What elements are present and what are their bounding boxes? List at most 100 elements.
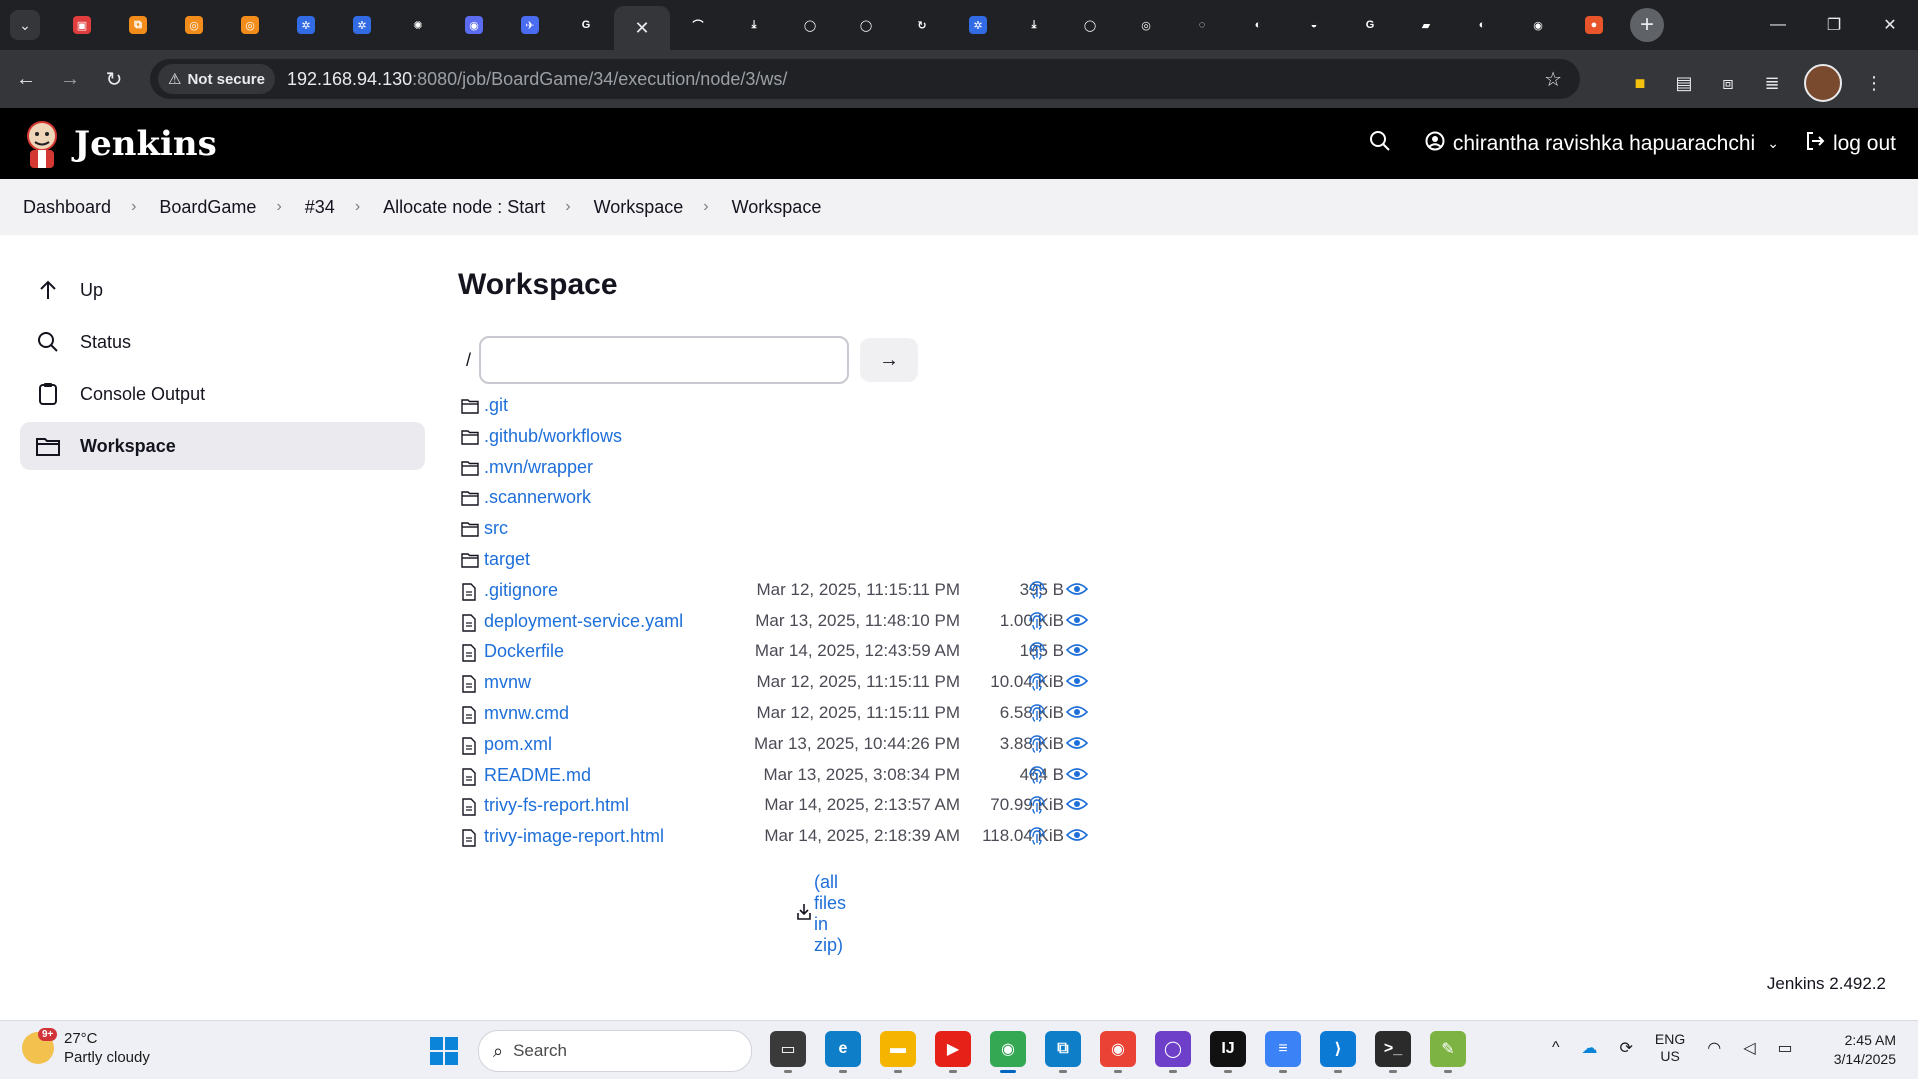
browser-tab[interactable]: ⧉	[110, 5, 166, 45]
browser-tab[interactable]: ⤓	[726, 5, 782, 45]
profile-avatar[interactable]	[1804, 64, 1842, 102]
file-link[interactable]: Dockerfile	[484, 641, 564, 662]
view-eye-icon[interactable]	[1065, 735, 1089, 753]
fingerprint-icon[interactable]	[1028, 580, 1048, 600]
breadcrumb-item[interactable]: Allocate node : Start	[383, 197, 545, 218]
view-eye-icon[interactable]	[1065, 827, 1089, 845]
fingerprint-icon[interactable]	[1028, 611, 1048, 631]
intellij-icon[interactable]: IJ	[1210, 1031, 1246, 1073]
browser-tab[interactable]: ⤓	[1006, 5, 1062, 45]
file-link[interactable]: deployment-service.yaml	[484, 611, 683, 632]
view-eye-icon[interactable]	[1065, 704, 1089, 722]
folder-link[interactable]: src	[484, 518, 508, 539]
browser-tab[interactable]: ✺	[390, 5, 446, 45]
chrome-icon[interactable]: ◉	[990, 1031, 1026, 1073]
fingerprint-icon[interactable]	[1028, 734, 1048, 754]
file-link[interactable]: mvnw.cmd	[484, 703, 569, 724]
sync-icon[interactable]: ⟳	[1620, 1038, 1633, 1058]
windows-app-icon[interactable]: ⧉	[1045, 1031, 1081, 1073]
browser-tab[interactable]: ⌒	[670, 5, 726, 45]
system-clock[interactable]: 2:45 AM 3/14/2025	[1834, 1031, 1896, 1069]
puzzle-extensions-icon[interactable]: ⧈	[1716, 71, 1740, 95]
reload-button[interactable]: ↻	[96, 61, 132, 97]
fingerprint-icon[interactable]	[1028, 672, 1048, 692]
browser-tab[interactable]: ▰	[1398, 5, 1454, 45]
sidebar-item-console-output[interactable]: Console Output	[20, 370, 425, 418]
tab-search-chevron-icon[interactable]: ⌄	[10, 10, 40, 40]
minimize-button[interactable]: —	[1750, 0, 1806, 50]
browser-tab[interactable]: ◎	[222, 5, 278, 45]
browser-tab[interactable]: ◎	[1118, 5, 1174, 45]
sidebar-item-up[interactable]: Up	[20, 266, 425, 314]
forward-button[interactable]: →	[52, 61, 88, 97]
browser-tab[interactable]: ◯	[782, 5, 838, 45]
notepad-icon[interactable]: ≡	[1265, 1031, 1301, 1073]
jenkins-logo-icon[interactable]	[22, 118, 62, 170]
browser-tab[interactable]: ✲	[278, 5, 334, 45]
browser-tab[interactable]: ◌	[1174, 5, 1230, 45]
fingerprint-icon[interactable]	[1028, 703, 1048, 723]
notepadpp-icon[interactable]: ✎	[1430, 1031, 1466, 1073]
browser-tab[interactable]: ◉	[1510, 5, 1566, 45]
chrome-icon[interactable]: ◉	[1100, 1031, 1136, 1073]
restore-button[interactable]: ❐	[1806, 0, 1862, 50]
view-eye-icon[interactable]	[1065, 612, 1089, 630]
media-controls-icon[interactable]: ≣	[1760, 71, 1784, 95]
browser-tab[interactable]: ◐	[1230, 5, 1286, 45]
browser-tab[interactable]: G	[558, 5, 614, 45]
browser-tab[interactable]: ◎	[166, 5, 222, 45]
sidebar-item-workspace[interactable]: Workspace	[20, 422, 425, 470]
download-zip-link[interactable]: (all files in zip)	[796, 872, 846, 956]
view-eye-icon[interactable]	[1065, 673, 1089, 691]
view-eye-icon[interactable]	[1065, 642, 1089, 660]
wifi-icon[interactable]: ◠	[1707, 1038, 1721, 1058]
yellow-extension-icon[interactable]: ■	[1628, 71, 1652, 95]
view-eye-icon[interactable]	[1065, 766, 1089, 784]
browser-tab[interactable]: ●	[1566, 5, 1622, 45]
folder-link[interactable]: .scannerwork	[484, 487, 591, 508]
path-input[interactable]	[479, 336, 850, 384]
weather-widget[interactable]: 9+ 27°C Partly cloudy	[22, 1028, 150, 1067]
folder-link[interactable]: .git	[484, 395, 508, 416]
new-tab-button[interactable]: +	[1630, 8, 1664, 42]
browser-tab[interactable]: ◯	[1062, 5, 1118, 45]
fingerprint-icon[interactable]	[1028, 795, 1048, 815]
folder-link[interactable]: target	[484, 549, 530, 570]
browser-tab[interactable]: ◉	[446, 5, 502, 45]
windows-start-icon[interactable]	[430, 1037, 458, 1065]
browser-tab[interactable]: ◐	[1454, 5, 1510, 45]
file-link[interactable]: pom.xml	[484, 734, 552, 755]
path-go-button[interactable]: →	[860, 338, 919, 382]
battery-icon[interactable]: ▭	[1778, 1038, 1793, 1058]
tray-overflow-chevron-icon[interactable]: ^	[1552, 1039, 1560, 1057]
folder-link[interactable]: .mvn/wrapper	[484, 457, 593, 478]
browser-tab[interactable]: ▣	[54, 5, 110, 45]
file-link[interactable]: mvnw	[484, 672, 531, 693]
file-link[interactable]: .gitignore	[484, 580, 558, 601]
youtube-icon[interactable]: ▶	[935, 1031, 971, 1073]
url-text[interactable]: 192.168.94.130:8080/job/BoardGame/34/exe…	[287, 69, 787, 90]
folder-link[interactable]: .github/workflows	[484, 426, 622, 447]
edge-icon[interactable]: e	[825, 1031, 861, 1073]
browser-tab[interactable]: ✲	[950, 5, 1006, 45]
breadcrumb-item[interactable]: BoardGame	[159, 197, 256, 218]
view-eye-icon[interactable]	[1065, 796, 1089, 814]
file-explorer-icon[interactable]: ▬	[880, 1031, 916, 1073]
jenkins-brand[interactable]: Jenkins	[74, 124, 217, 164]
search-icon[interactable]	[1369, 130, 1391, 158]
language-indicator[interactable]: ENG US	[1655, 1031, 1685, 1065]
fingerprint-icon[interactable]	[1028, 765, 1048, 785]
browser-tab[interactable]: ✕	[614, 6, 670, 50]
browser-tab[interactable]: G	[1342, 5, 1398, 45]
back-button[interactable]: ←	[8, 61, 44, 97]
browser-tab[interactable]: ↻	[894, 5, 950, 45]
logout-link[interactable]: log out	[1805, 131, 1896, 157]
view-eye-icon[interactable]	[1065, 581, 1089, 599]
security-indicator[interactable]: ⚠ Not secure	[158, 64, 275, 94]
browser-tab[interactable]: ✲	[334, 5, 390, 45]
sidebar-item-status[interactable]: Status	[20, 318, 425, 366]
browser-tab[interactable]: ✈	[502, 5, 558, 45]
terminal-icon[interactable]: >_	[1375, 1031, 1411, 1073]
file-link[interactable]: README.md	[484, 765, 591, 786]
close-icon[interactable]: ✕	[634, 18, 649, 39]
